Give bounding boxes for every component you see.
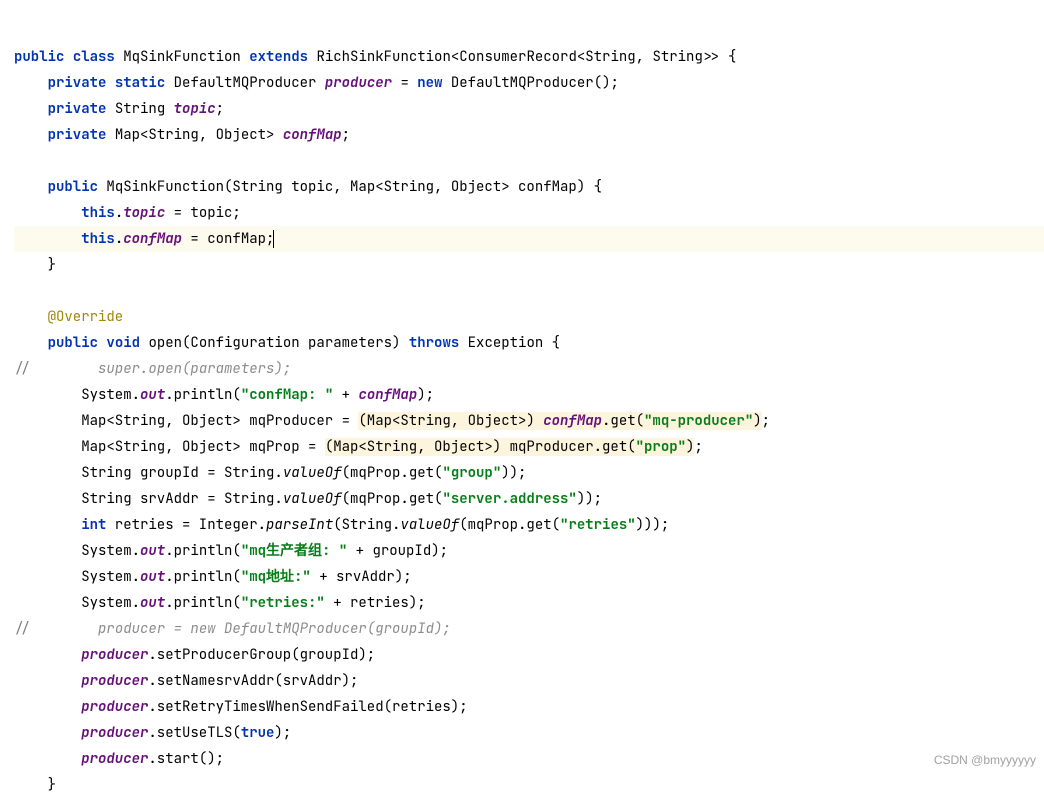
code-line: System.out.println("retries:" + retries)… [14,594,426,612]
text-caret [273,230,274,248]
code-line: String groupId = String.valueOf(mqProp.g… [14,464,526,482]
code-editor[interactable]: public class MqSinkFunction extends Rich… [0,0,1044,798]
code-line: // producer = new DefaultMQProducer(grou… [14,620,451,638]
code-line: String srvAddr = String.valueOf(mqProp.g… [14,490,602,508]
code-line: Map<String, Object> mqProducer = (Map<St… [14,412,770,430]
code-line: System.out.println("mq生产者组: " + groupId)… [14,542,448,560]
code-line: producer.setRetryTimesWhenSendFailed(ret… [14,698,468,716]
code-line: System.out.println("mq地址:" + srvAddr); [14,568,412,586]
code-line: private static DefaultMQProducer produce… [14,74,619,92]
code-line-highlighted: this.confMap = confMap; [14,226,1044,252]
blank-line [14,152,22,170]
code-line: // super.open(parameters); [14,360,291,378]
code-line: producer.setUseTLS(true); [14,724,291,742]
code-line: } [14,776,56,794]
code-line: @Override [14,308,123,326]
code-line: private String topic; [14,100,224,118]
blank-line [14,282,22,300]
code-line: public void open(Configuration parameter… [14,334,560,352]
code-line: producer.setNamesrvAddr(srvAddr); [14,672,358,690]
code-line: Map<String, Object> mqProp = (Map<String… [14,438,703,456]
code-line: producer.start(); [14,750,224,768]
watermark-text: CSDN @bmyyyyyy [934,747,1036,773]
code-line: public MqSinkFunction(String topic, Map<… [14,178,602,196]
code-line: private Map<String, Object> confMap; [14,126,350,144]
code-line: System.out.println("confMap: " + confMap… [14,386,434,404]
code-line: producer.setProducerGroup(groupId); [14,646,375,664]
code-line: public class MqSinkFunction extends Rich… [14,48,736,66]
code-line: this.topic = topic; [14,204,241,222]
code-line: } [14,256,56,274]
code-line: int retries = Integer.parseInt(String.va… [14,516,669,534]
